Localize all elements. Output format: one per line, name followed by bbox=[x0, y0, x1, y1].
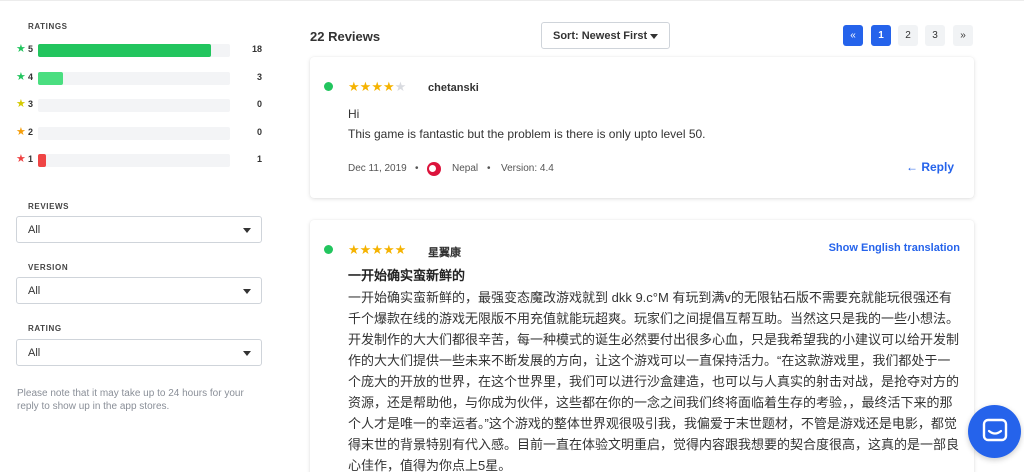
chat-button[interactable] bbox=[968, 405, 1021, 458]
pagination-prev-button[interactable]: « bbox=[843, 25, 863, 46]
version-filter-label: VERSION bbox=[28, 263, 69, 272]
reply-delay-note: Please note that it may take up to 24 ho… bbox=[17, 388, 244, 412]
review-country: Nepal bbox=[452, 163, 479, 174]
sort-select[interactable]: Sort: Newest First bbox=[541, 22, 670, 49]
rating-stars: 3 bbox=[28, 99, 34, 109]
rating-stars: 1 bbox=[28, 154, 34, 164]
status-dot bbox=[324, 245, 333, 254]
review-stars: ★★★★★ bbox=[348, 80, 406, 94]
review-card: ★★★★★ 星翼康 Show English translation 一开始确实… bbox=[310, 220, 974, 472]
rating-bar bbox=[38, 154, 230, 167]
reply-arrow-icon: ← bbox=[905, 160, 918, 174]
rating-count: 0 bbox=[256, 127, 262, 137]
star-filled-icon: ★ bbox=[382, 242, 395, 257]
rating-bar-fill bbox=[38, 44, 211, 57]
star-filled-icon: ★ bbox=[394, 242, 407, 257]
sort-value: Sort: Newest First bbox=[553, 30, 648, 42]
rating-count: 0 bbox=[256, 99, 262, 109]
review-author: chetanski bbox=[428, 82, 479, 94]
star-filled-icon: ★ bbox=[371, 79, 383, 94]
rating-filter-select[interactable]: All bbox=[16, 339, 262, 366]
star-filled-icon: ★ bbox=[359, 242, 372, 257]
ratings-label: RATINGS bbox=[28, 22, 68, 31]
chat-icon bbox=[982, 418, 1008, 442]
rating-bar-fill bbox=[38, 72, 63, 85]
star-icon: ★ bbox=[16, 98, 26, 110]
pagination-page-1[interactable]: 1 bbox=[871, 25, 891, 46]
rating-stars: 4 bbox=[28, 72, 34, 82]
rating-row-4[interactable]: ★ 4 3 bbox=[16, 71, 266, 85]
star-filled-icon: ★ bbox=[348, 242, 360, 257]
caret-down-icon bbox=[650, 34, 658, 39]
review-title: Hi bbox=[348, 107, 360, 121]
show-translation-link[interactable]: Show English translation bbox=[829, 242, 960, 254]
reviews-filter-select[interactable]: All bbox=[16, 216, 262, 243]
rating-row-1[interactable]: ★ 1 1 bbox=[16, 153, 266, 167]
review-author: 星翼康 bbox=[428, 247, 461, 259]
rating-filter-label: RATING bbox=[28, 324, 62, 333]
caret-down-icon bbox=[243, 351, 251, 356]
status-dot bbox=[324, 82, 333, 91]
star-icon: ★ bbox=[16, 126, 26, 138]
reviews-filter-value: All bbox=[28, 224, 41, 236]
star-filled-icon: ★ bbox=[359, 79, 372, 94]
pagination-next-button[interactable]: » bbox=[953, 25, 973, 46]
meta-separator: • bbox=[415, 163, 419, 174]
rating-filter-value: All bbox=[28, 347, 41, 359]
reviews-filter-label: REVIEWS bbox=[28, 202, 70, 211]
rating-count: 18 bbox=[251, 44, 262, 54]
review-body: 一开始确实蛮新鲜的，最强变态魔改游戏就到 dkk 9.c°M 有玩到满v的无限钻… bbox=[348, 290, 960, 472]
rating-bar bbox=[38, 99, 230, 112]
star-filled-icon: ★ bbox=[371, 242, 383, 257]
flag-nepal-icon bbox=[427, 162, 441, 176]
meta-separator: • bbox=[487, 163, 491, 174]
star-icon: ★ bbox=[16, 153, 26, 165]
caret-down-icon bbox=[243, 228, 251, 233]
review-card: ★★★★★ chetanski Hi This game is fantasti… bbox=[310, 57, 974, 198]
review-date: Dec 11, 2019 bbox=[348, 163, 407, 174]
rating-count: 3 bbox=[256, 72, 262, 82]
review-stars: ★★★★★ bbox=[348, 243, 406, 257]
caret-down-icon bbox=[243, 289, 251, 294]
rating-stars: 2 bbox=[28, 127, 34, 137]
rating-count: 1 bbox=[256, 154, 262, 164]
star-icon: ★ bbox=[16, 43, 26, 55]
version-filter-value: All bbox=[28, 285, 41, 297]
rating-row-2[interactable]: ★ 2 0 bbox=[16, 126, 266, 140]
rating-row-3[interactable]: ★ 3 0 bbox=[16, 98, 266, 112]
rating-row-5[interactable]: ★ 5 18 bbox=[16, 43, 266, 57]
pagination-page-3[interactable]: 3 bbox=[925, 25, 945, 46]
review-body: This game is fantastic but the problem i… bbox=[348, 127, 706, 141]
review-version: Version: 4.4 bbox=[501, 163, 554, 174]
star-filled-icon: ★ bbox=[348, 79, 360, 94]
reviews-page: RATINGS ★ 5 18 ★ 4 3 ★ 3 0 ★ 2 0 ★ 1 1 R… bbox=[0, 0, 1024, 472]
rating-bar bbox=[38, 44, 230, 57]
review-title: 一开始确实蛮新鲜的 bbox=[348, 268, 466, 283]
reply-label: Reply bbox=[921, 160, 954, 174]
rating-bar bbox=[38, 127, 230, 140]
star-icon: ★ bbox=[16, 71, 26, 83]
star-empty-icon: ★ bbox=[394, 79, 407, 94]
reply-button[interactable]: ← Reply bbox=[906, 160, 954, 174]
reviews-count: 22 Reviews bbox=[310, 29, 381, 44]
version-filter-select[interactable]: All bbox=[16, 277, 262, 304]
rating-bar bbox=[38, 72, 230, 85]
star-filled-icon: ★ bbox=[382, 79, 395, 94]
sidebar: RATINGS ★ 5 18 ★ 4 3 ★ 3 0 ★ 2 0 ★ 1 1 R… bbox=[0, 0, 275, 472]
rating-bar-fill bbox=[38, 154, 46, 167]
pagination-page-2[interactable]: 2 bbox=[898, 25, 918, 46]
rating-stars: 5 bbox=[28, 44, 34, 54]
